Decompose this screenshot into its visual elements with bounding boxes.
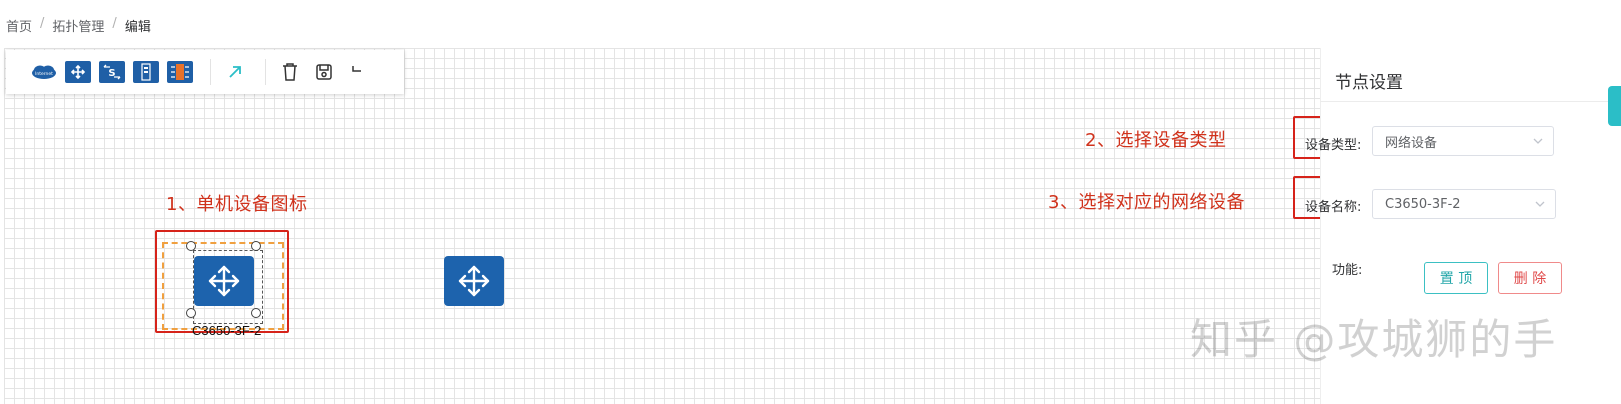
chevron-down-icon — [1533, 138, 1543, 144]
node-label: C3650-3F-2 — [192, 323, 262, 338]
undo-icon[interactable] — [344, 60, 372, 84]
resize-handle[interactable] — [186, 241, 196, 251]
switch-icon — [458, 265, 490, 297]
function-label: 功能: — [1332, 263, 1363, 278]
panel-title: 节点设置 — [1335, 73, 1403, 93]
resize-handle[interactable] — [251, 308, 261, 318]
device-type-label: 设备类型: — [1305, 138, 1362, 153]
toolbar-divider — [265, 59, 266, 85]
panel-toggle-tab[interactable] — [1608, 86, 1621, 126]
server-icon[interactable] — [132, 60, 160, 84]
s-switch-icon[interactable]: S — [98, 60, 126, 84]
internet-cloud-icon[interactable]: Internet — [30, 60, 58, 84]
breadcrumb-current: 编辑 — [124, 20, 151, 35]
device-name-label: 设备名称: — [1305, 200, 1362, 215]
toolbar-divider — [210, 59, 211, 85]
pin-top-button[interactable]: 置 顶 — [1424, 262, 1488, 294]
breadcrumb-separator: / — [40, 16, 45, 31]
cloud-label: Internet — [35, 71, 53, 77]
topology-canvas[interactable] — [4, 48, 1320, 404]
delete-button[interactable]: 删 除 — [1498, 262, 1562, 294]
breadcrumb-home[interactable]: 首页 — [6, 16, 32, 35]
device-name-value: C3650-3F-2 — [1385, 196, 1461, 212]
topology-toolbar: Internet S — [6, 50, 404, 94]
watermark-text: 知乎 @攻城狮的手 — [1190, 315, 1558, 364]
save-icon[interactable] — [310, 60, 338, 84]
annotation-step2: 2、选择设备类型 — [1085, 130, 1227, 151]
breadcrumb-topology[interactable]: 拓扑管理 — [52, 16, 104, 35]
device-type-value: 网络设备 — [1385, 135, 1438, 151]
link-arrow-icon[interactable] — [221, 60, 249, 84]
annotation-step1: 1、单机设备图标 — [166, 194, 308, 215]
resize-handle[interactable] — [186, 308, 196, 318]
switch-device-node-selected[interactable] — [194, 256, 254, 306]
resize-handle[interactable] — [251, 241, 261, 251]
panel-divider — [1320, 101, 1621, 102]
switch-device-node[interactable] — [444, 256, 504, 306]
switch-icon — [208, 265, 240, 297]
trash-icon[interactable] — [276, 60, 304, 84]
breadcrumb-separator: / — [112, 16, 117, 31]
switch-icon[interactable] — [64, 60, 92, 84]
breadcrumb: 首页 / 拓扑管理 / 编辑 — [6, 16, 151, 35]
svg-text:S: S — [108, 68, 115, 79]
device-type-select[interactable]: 网络设备 — [1372, 126, 1554, 156]
annotation-step3: 3、选择对应的网络设备 — [1048, 192, 1245, 213]
device-name-select[interactable]: C3650-3F-2 — [1372, 189, 1556, 219]
rack-icon[interactable] — [166, 60, 194, 84]
chevron-down-icon — [1535, 201, 1545, 207]
